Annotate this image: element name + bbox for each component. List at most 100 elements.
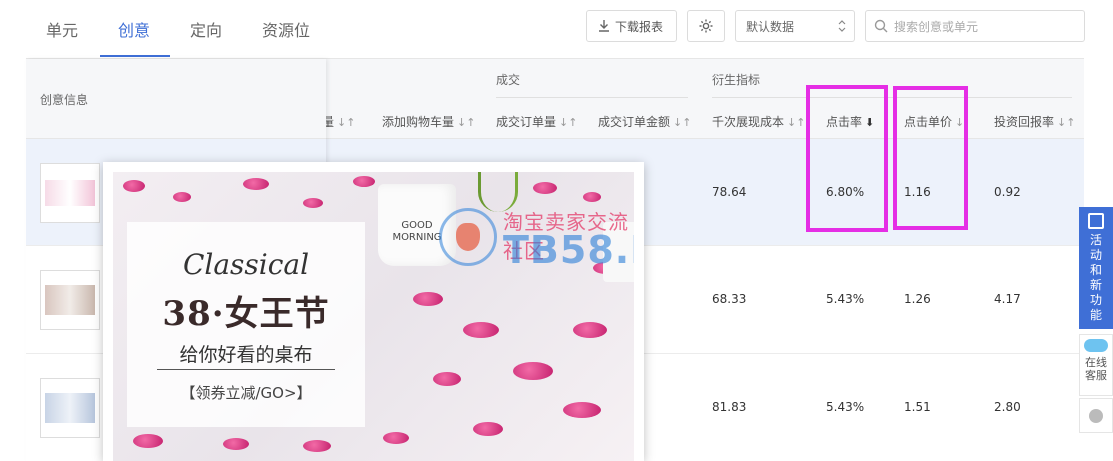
petal-shape — [353, 176, 375, 187]
col-roi[interactable]: 投资回报率 ↓↑ — [994, 113, 1075, 130]
tab-creative[interactable]: 创意 — [118, 0, 190, 58]
watermark-logo-icon — [439, 208, 497, 266]
col-order-amount[interactable]: 成交订单金额 ↓↑ — [598, 113, 691, 130]
cell-cpc: 1.26 — [904, 292, 931, 306]
thumbnail-image — [45, 285, 95, 315]
sort-icon: ↓↑ — [337, 116, 356, 129]
user-icon — [1089, 408, 1103, 423]
group-divider — [496, 97, 688, 98]
sort-icon: ↓↑ — [559, 116, 578, 129]
cell-ctr: 5.43% — [826, 400, 865, 414]
creative-thumbnail[interactable] — [40, 270, 100, 330]
search-icon — [874, 19, 888, 33]
download-report-button[interactable]: 下载报表 — [586, 10, 677, 42]
cell-roi: 0.92 — [994, 185, 1021, 199]
sort-icon: ↓↑ — [1057, 116, 1076, 129]
tab-bar: 单元 创意 定向 资源位 — [0, 0, 352, 58]
petal-shape — [223, 438, 249, 450]
group-header-derived: 衍生指标 — [712, 73, 761, 87]
tab-label: 单元 — [46, 21, 79, 40]
data-view-select-value: 默认数据 — [746, 19, 795, 34]
promo-title: 38·女王节 — [162, 294, 330, 334]
cell-roi: 2.80 — [994, 400, 1021, 414]
online-service-button[interactable]: 在线客服 — [1079, 334, 1113, 396]
chevron-updown-icon — [838, 20, 846, 32]
active-tab-indicator — [100, 55, 170, 57]
tab-placement[interactable]: 资源位 — [262, 0, 352, 58]
petal-shape — [513, 362, 553, 380]
cpc-highlight-box — [893, 86, 968, 230]
col-label: 成交订单量 — [496, 115, 557, 129]
col-label: 千次展现成本 — [712, 115, 785, 129]
promo-divider — [157, 369, 335, 370]
tab-label: 资源位 — [262, 21, 311, 40]
cell-cpc: 1.51 — [904, 400, 931, 414]
creative-preview-image: GOOD MORNING Classical 38·女王节 给你好看的桌布 【领券… — [113, 172, 634, 461]
search-input[interactable]: 搜索创意或单元 — [865, 10, 1085, 42]
thumbnail-image — [45, 180, 95, 206]
promo-script-title: Classical — [182, 248, 310, 281]
petal-shape — [463, 322, 499, 338]
creative-info-label: 创意信息 — [40, 93, 89, 107]
petal-shape — [303, 440, 331, 452]
petal-shape — [383, 432, 409, 444]
search-placeholder: 搜索创意或单元 — [894, 19, 979, 34]
gear-icon — [699, 19, 713, 33]
floating-sidebar: 活动和新功能 在线客服 — [1079, 207, 1113, 433]
cell-cpm: 68.33 — [712, 292, 747, 306]
creative-info-header: 创意信息 — [26, 59, 326, 139]
book-icon — [1088, 213, 1104, 229]
creative-thumbnail[interactable] — [40, 378, 100, 438]
cloud-icon — [1084, 339, 1108, 352]
cell-ctr: 5.43% — [826, 292, 865, 306]
col-add-cart[interactable]: 添加购物车量 ↓↑ — [382, 113, 475, 130]
petal-shape — [243, 178, 269, 190]
watermark-site: TB58.NET — [503, 228, 634, 272]
petal-shape — [533, 182, 557, 194]
promo-subtitle: 给你好看的桌布 — [179, 344, 313, 366]
petal-shape — [583, 192, 601, 202]
activity-new-features-button[interactable]: 活动和新功能 — [1079, 207, 1113, 329]
data-view-select[interactable]: 默认数据 — [735, 10, 855, 42]
petal-shape — [133, 434, 163, 448]
tab-unit[interactable]: 单元 — [0, 0, 118, 58]
download-icon — [599, 20, 609, 32]
petal-shape — [303, 198, 323, 208]
creative-preview-popup: GOOD MORNING Classical 38·女王节 给你好看的桌布 【领券… — [103, 162, 644, 461]
col-label: 投资回报率 — [994, 115, 1055, 129]
cell-cpm: 81.83 — [712, 400, 747, 414]
petal-shape — [473, 422, 503, 436]
col-impressions-partial[interactable]: 量 ↓↑ — [322, 113, 355, 130]
tab-label: 创意 — [118, 21, 151, 40]
sort-icon: ↓↑ — [673, 116, 692, 129]
col-label: 成交订单金额 — [598, 115, 671, 129]
col-label: 添加购物车量 — [382, 115, 455, 129]
sort-icon: ↓↑ — [457, 116, 476, 129]
cell-roi: 4.17 — [994, 292, 1021, 306]
petal-shape — [413, 292, 443, 306]
promo-card: Classical 38·女王节 给你好看的桌布 【领券立减/GO>】 — [127, 222, 365, 427]
tab-label: 定向 — [190, 21, 223, 40]
download-report-label: 下载报表 — [615, 19, 664, 34]
tab-targeting[interactable]: 定向 — [190, 0, 262, 58]
col-cpm[interactable]: 千次展现成本 ↓↑ — [712, 113, 805, 130]
col-orders[interactable]: 成交订单量 ↓↑ — [496, 113, 577, 130]
service-label: 在线客服 — [1085, 356, 1107, 382]
creative-thumbnail[interactable] — [40, 163, 100, 223]
cell-cpm: 78.64 — [712, 185, 747, 199]
petal-shape — [563, 402, 601, 418]
petal-shape — [123, 180, 145, 192]
petal-shape — [573, 322, 607, 338]
user-button[interactable] — [1079, 398, 1113, 433]
ctr-highlight-box — [806, 85, 888, 232]
activity-label: 活动和新功能 — [1089, 233, 1102, 322]
group-header-deal: 成交 — [496, 73, 521, 87]
petal-shape — [433, 372, 461, 386]
sort-icon: ↓↑ — [787, 116, 806, 129]
group-divider — [712, 97, 1072, 98]
promo-cta: 【领券立减/GO>】 — [180, 384, 312, 402]
thumbnail-image — [45, 393, 95, 423]
petal-shape — [173, 192, 191, 202]
settings-button[interactable] — [687, 10, 725, 42]
app-root: 单元 创意 定向 资源位 下载报表 默认数据 搜索创意或单元 成交 衍生指标 量… — [0, 0, 1113, 461]
